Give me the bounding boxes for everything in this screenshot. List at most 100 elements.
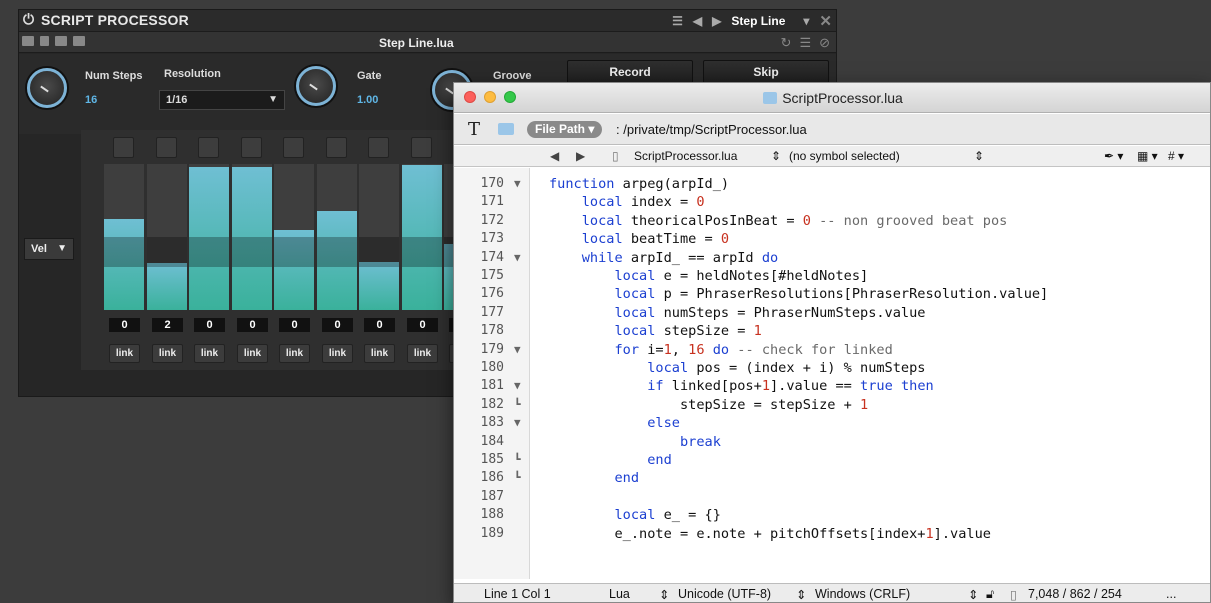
step-offset-value[interactable]: 0: [407, 318, 438, 332]
vel-select[interactable]: Vel ▼: [24, 238, 74, 260]
step-link-button[interactable]: link: [322, 344, 353, 363]
encoding-chevron-icon[interactable]: ⇕: [796, 587, 806, 602]
step-column[interactable]: [104, 164, 144, 310]
step-column[interactable]: [402, 164, 442, 310]
fold-arrow-icon[interactable]: ▼: [514, 416, 521, 429]
code-line[interactable]: if linked[pos+1].value == true then: [549, 378, 934, 394]
step-column[interactable]: [232, 164, 272, 310]
code-line[interactable]: local pos = (index + i) % numSteps: [549, 360, 925, 376]
step-toggle[interactable]: [241, 137, 262, 158]
bookmark-icon[interactable]: ✒ ▾: [1104, 149, 1123, 163]
step-toggle[interactable]: [368, 137, 389, 158]
back-icon[interactable]: ◀: [550, 149, 559, 163]
power-icon[interactable]: ⏻: [23, 11, 34, 28]
fold-arrow-icon[interactable]: ▼: [514, 343, 521, 356]
fold-arrow-icon[interactable]: ▼: [514, 251, 521, 264]
code-line[interactable]: break: [549, 434, 721, 450]
step-column[interactable]: [189, 164, 229, 310]
step-offset-value[interactable]: 0: [364, 318, 395, 332]
lock-icon[interactable]: 🔓︎: [986, 587, 994, 602]
step-link-button[interactable]: link: [407, 344, 438, 363]
step-link-button[interactable]: link: [194, 344, 225, 363]
disable-icon[interactable]: ⊘: [819, 35, 830, 51]
step-toggle[interactable]: [198, 137, 219, 158]
fold-end-icon[interactable]: ┗: [514, 398, 521, 411]
step-link-button[interactable]: link: [279, 344, 310, 363]
step-column[interactable]: [317, 164, 357, 310]
nav-file-name[interactable]: ScriptProcessor.lua: [634, 149, 737, 163]
fold-end-icon[interactable]: ┗: [514, 453, 521, 466]
code-line[interactable]: function arpeg(arpId_): [549, 176, 729, 192]
code-line[interactable]: local stepSize = 1: [549, 323, 761, 339]
fold-arrow-icon[interactable]: ▼: [514, 177, 521, 190]
code-line[interactable]: local numSteps = PhraserNumSteps.value: [549, 305, 925, 321]
language-select[interactable]: Lua: [609, 587, 630, 601]
code-line[interactable]: local e_ = {}: [549, 507, 720, 523]
step-toggle[interactable]: [283, 137, 304, 158]
step-velocity-bar[interactable]: [359, 262, 399, 310]
preset-dropdown-icon[interactable]: ▾: [803, 14, 809, 28]
list-icon[interactable]: ☰: [799, 35, 811, 51]
step-toggle[interactable]: [411, 137, 432, 158]
preset-name[interactable]: Step Line: [731, 14, 793, 28]
line-endings-select[interactable]: Windows (CRLF): [815, 587, 910, 601]
file-path-button[interactable]: File Path ▾: [527, 121, 603, 138]
close-icon[interactable]: ✕: [819, 12, 832, 30]
code-line[interactable]: stepSize = stepSize + 1: [549, 397, 868, 413]
lock-icon[interactable]: [40, 36, 49, 46]
code-line[interactable]: local e = heldNotes[#heldNotes]: [549, 268, 868, 284]
line-endings-chevron-icon[interactable]: ⇕: [968, 587, 978, 602]
step-column[interactable]: [359, 164, 399, 310]
hash-icon[interactable]: # ▾: [1168, 149, 1184, 163]
step-offset-value[interactable]: 0: [322, 318, 353, 332]
more-button[interactable]: ...: [1166, 587, 1176, 601]
step-offset-value[interactable]: 0: [237, 318, 268, 332]
prev-preset-icon[interactable]: ◀: [693, 14, 702, 28]
step-offset-value[interactable]: 2: [152, 318, 183, 332]
step-toggle[interactable]: [113, 137, 134, 158]
edit-icon[interactable]: [55, 36, 67, 46]
snippet-icon[interactable]: ▦ ▾: [1137, 149, 1158, 163]
code-line[interactable]: for i=1, 16 do -- check for linked: [549, 342, 892, 358]
code-line[interactable]: local index = 0: [549, 194, 705, 210]
step-column[interactable]: [274, 164, 314, 310]
code-line[interactable]: end: [549, 470, 639, 486]
code-line[interactable]: local beatTime = 0: [549, 231, 729, 247]
resolution-select[interactable]: 1/16 ▼: [159, 90, 285, 110]
code-line[interactable]: e_.note = e.note + pitchOffsets[index+1]…: [549, 526, 991, 542]
nav-symbol[interactable]: (no symbol selected): [789, 149, 900, 163]
gate-knob[interactable]: [296, 66, 336, 106]
nav-symbol-chevron-icon[interactable]: ⇕: [974, 149, 984, 163]
num-steps-knob[interactable]: [27, 68, 67, 108]
save-icon[interactable]: [73, 36, 85, 46]
code-line[interactable]: else: [549, 415, 680, 431]
record-button[interactable]: Record: [567, 60, 693, 84]
text-tool-icon[interactable]: T: [468, 119, 480, 140]
step-velocity-bar[interactable]: [147, 263, 187, 310]
nav-file-chevron-icon[interactable]: ⇕: [771, 149, 781, 163]
reload-icon[interactable]: ↻: [781, 35, 792, 51]
code-line[interactable]: end: [549, 452, 672, 468]
fold-arrow-icon[interactable]: ▼: [514, 379, 521, 392]
step-link-button[interactable]: link: [237, 344, 268, 363]
skip-button[interactable]: Skip: [703, 60, 829, 84]
encoding-select[interactable]: Unicode (UTF-8): [678, 587, 771, 601]
step-link-button[interactable]: link: [152, 344, 183, 363]
step-link-button[interactable]: link: [364, 344, 395, 363]
language-chevron-icon[interactable]: ⇕: [659, 587, 669, 602]
cursor-position[interactable]: Line 1 Col 1: [484, 587, 551, 601]
step-toggle[interactable]: [156, 137, 177, 158]
step-offset-value[interactable]: 0: [279, 318, 310, 332]
menu-icon[interactable]: ☰: [672, 14, 683, 28]
step-toggle[interactable]: [326, 137, 347, 158]
folder-icon[interactable]: [22, 36, 34, 46]
code-line[interactable]: while arpId_ == arpId do: [549, 250, 778, 266]
next-preset-icon[interactable]: ▶: [712, 14, 721, 28]
code-line[interactable]: local theoricalPosInBeat = 0 -- non groo…: [549, 213, 1008, 229]
step-column[interactable]: [147, 164, 187, 310]
code-line[interactable]: local p = PhraserResolutions[PhraserReso…: [549, 286, 1048, 302]
step-offset-value[interactable]: 0: [109, 318, 140, 332]
fold-end-icon[interactable]: ┗: [514, 471, 521, 484]
step-link-button[interactable]: link: [109, 344, 140, 363]
code-area[interactable]: 170 ▼ 171 172 173 174 ▼ 175 176 177 178 179 ▼ 180 181 ▼…: [454, 168, 1210, 579]
